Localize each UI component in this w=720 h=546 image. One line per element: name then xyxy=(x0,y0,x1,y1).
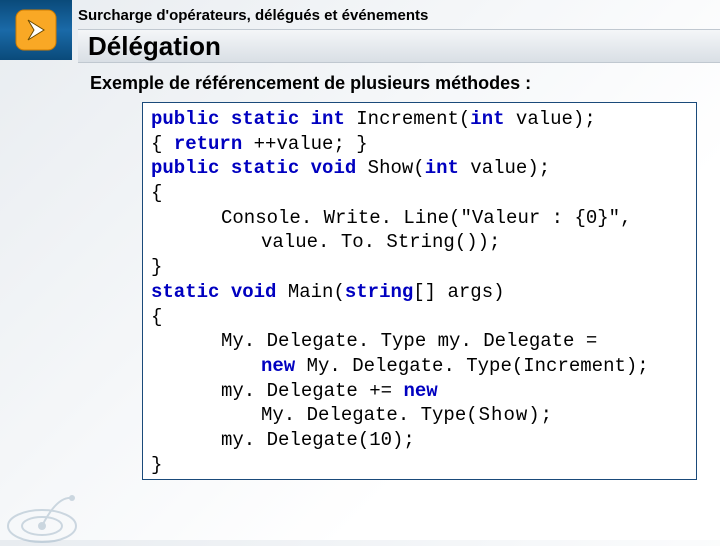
code-text: [] args) xyxy=(413,281,504,303)
kw: static xyxy=(231,157,299,179)
kw: int xyxy=(425,157,459,179)
header-top: Surcharge d'opérateurs, délégués et évén… xyxy=(0,0,720,28)
watermark-icon xyxy=(2,486,82,546)
logo-box xyxy=(0,0,72,60)
code-text: (Show) xyxy=(466,404,540,426)
code-text: My. Delegate. Type my. Delegate = xyxy=(151,329,597,354)
kw: public xyxy=(151,108,219,130)
kw: return xyxy=(174,133,242,155)
content-area: Exemple de référencement de plusieurs mé… xyxy=(78,63,720,480)
kw: string xyxy=(345,281,413,303)
code-text: { xyxy=(151,306,162,328)
code-text: { xyxy=(151,182,162,204)
code-text: { xyxy=(151,133,174,155)
kw: void xyxy=(231,281,277,303)
kw: static xyxy=(151,281,219,303)
code-text: value); xyxy=(505,108,596,130)
code-text: My. Delegate. Type(Increment); xyxy=(295,355,648,377)
code-text: value. To. String()); xyxy=(151,230,500,255)
code-text: My. Delegate. Type xyxy=(261,404,466,426)
example-label: Exemple de référencement de plusieurs mé… xyxy=(90,73,708,94)
title-bar: Délégation xyxy=(78,29,720,63)
code-text: my. Delegate += xyxy=(221,380,403,402)
kw: public xyxy=(151,157,219,179)
arrow-right-icon xyxy=(14,8,58,52)
code-block: public static int Increment(int value); … xyxy=(142,102,697,480)
kw: static xyxy=(231,108,299,130)
code-text: ++value; } xyxy=(242,133,367,155)
code-text: ; xyxy=(541,404,556,426)
code-text: Main( xyxy=(276,281,344,303)
code-text: Increment( xyxy=(345,108,470,130)
kw: new xyxy=(403,380,437,402)
kw: int xyxy=(311,108,345,130)
code-text: my. Delegate(10); xyxy=(151,428,415,453)
code-text: Console. Write. Line("Valeur : {0}", xyxy=(151,206,631,231)
code-text: Show( xyxy=(356,157,424,179)
code-text: value); xyxy=(459,157,550,179)
code-text: } xyxy=(151,256,162,278)
kw: new xyxy=(261,355,295,377)
kw: int xyxy=(470,108,504,130)
page-title: Délégation xyxy=(88,31,221,62)
header-subtitle: Surcharge d'opérateurs, délégués et évén… xyxy=(78,5,428,24)
kw: void xyxy=(311,157,357,179)
code-text: } xyxy=(151,454,162,476)
